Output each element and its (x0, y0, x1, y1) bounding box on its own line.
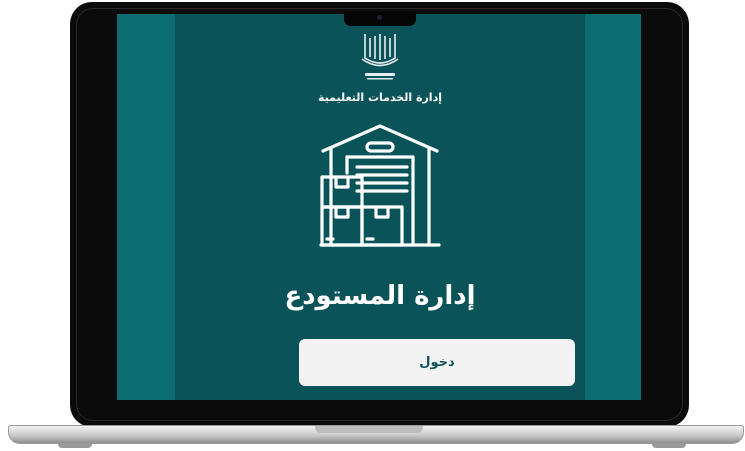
main-panel: إدارة الخدمات التعليمية إدارة المستودع د… (175, 14, 585, 400)
page-title: إدارة المستودع (284, 281, 476, 311)
university-logo-icon (361, 34, 399, 80)
camera-notch (344, 12, 416, 26)
laptop-foot-right (652, 444, 686, 448)
camera-icon (377, 15, 382, 20)
department-label: إدارة الخدمات التعليمية (318, 91, 442, 104)
login-button-label: دخول (419, 355, 455, 370)
laptop-foot-left (58, 444, 92, 448)
laptop-base (8, 425, 744, 444)
laptop-base-groove (315, 426, 423, 433)
app-screen: إدارة الخدمات التعليمية إدارة المستودع د… (117, 14, 641, 400)
login-button[interactable]: دخول (299, 339, 575, 386)
warehouse-icon (319, 124, 441, 247)
